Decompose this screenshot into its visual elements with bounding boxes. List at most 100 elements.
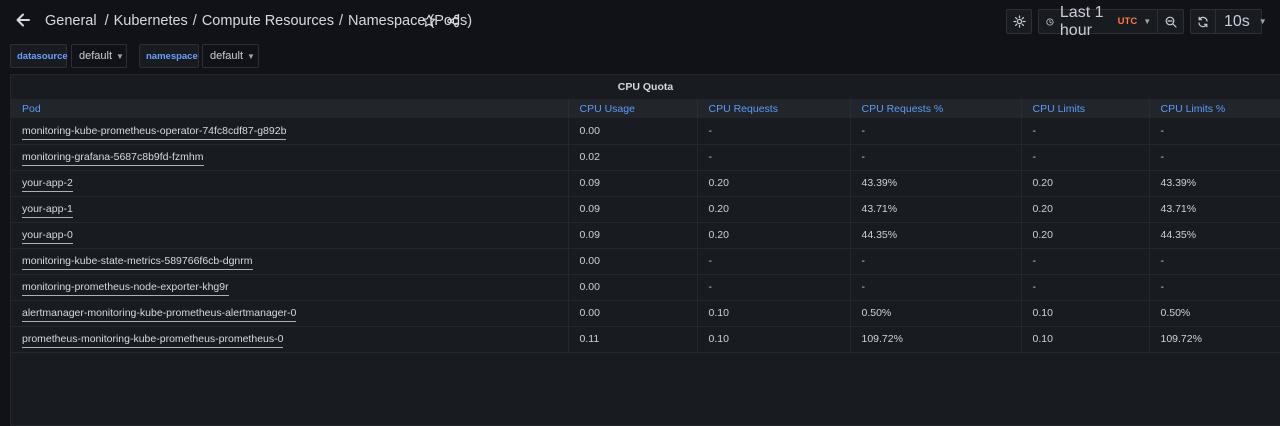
cell-pod[interactable]: your-app-1 (11, 196, 569, 223)
breadcrumb-separator: / (104, 13, 109, 29)
variable-value-datasource: default (79, 50, 113, 62)
cell-cpu-usage: 0.00 (568, 248, 698, 275)
timezone-label: UTC (1117, 16, 1138, 27)
breadcrumb: General / Kubernetes / Compute Resources… (45, 13, 472, 29)
cell-pod[interactable]: monitoring-prometheus-node-exporter-khg9… (11, 274, 569, 301)
cell-cpu-requests: - (697, 248, 851, 275)
cell-cpu-requests-percent: - (850, 118, 1022, 145)
breadcrumb-folder[interactable]: General (45, 13, 97, 29)
variable-label-datasource: datasource (10, 44, 68, 68)
variable-value-namespace: default (210, 50, 244, 62)
refresh-icon (1198, 16, 1208, 27)
cell-cpu-usage: 0.00 (568, 118, 698, 145)
cell-pod[interactable]: monitoring-kube-prometheus-operator-74fc… (11, 118, 569, 145)
zoom-out-button[interactable] (1157, 10, 1183, 33)
table-row: prometheus-monitoring-kube-prometheus-pr… (11, 326, 1280, 353)
chevron-down-icon: ▼ (1258, 17, 1267, 26)
pod-link[interactable]: prometheus-monitoring-kube-prometheus-pr… (22, 333, 284, 348)
table-row: monitoring-grafana-5687c8b9fd-fzmhm 0.02-… (11, 144, 1280, 171)
refresh-button[interactable] (1191, 10, 1215, 33)
star-icon (422, 14, 436, 27)
cell-cpu-requests: 0.20 (697, 222, 851, 249)
cell-cpu-requests-percent: 109.72% (850, 326, 1022, 353)
cell-cpu-requests: - (697, 274, 851, 301)
column-header-cpu-requests-percent[interactable]: CPU Requests % (850, 99, 1022, 118)
cell-cpu-requests-percent: 0.50% (850, 300, 1022, 327)
cell-cpu-limits-percent: 43.71% (1149, 196, 1280, 223)
time-range-picker[interactable]: Last 1 hour UTC ▼ (1039, 4, 1157, 39)
cell-cpu-limits-percent: 44.35% (1149, 222, 1280, 249)
cell-cpu-requests: - (697, 118, 851, 145)
cell-cpu-limits: - (1021, 274, 1150, 301)
share-button[interactable] (445, 13, 461, 29)
cell-pod[interactable]: your-app-0 (11, 222, 569, 249)
column-header-pod[interactable]: Pod (11, 99, 569, 118)
table-header-row: Pod CPU Usage CPU Requests CPU Requests % CP… (11, 99, 1280, 118)
cell-cpu-limits: 0.20 (1021, 196, 1150, 223)
pod-link[interactable]: your-app-2 (22, 177, 73, 192)
pod-link[interactable]: monitoring-kube-prometheus-operator-74fc… (22, 124, 287, 140)
cell-cpu-requests-percent: - (850, 144, 1022, 171)
cell-cpu-usage: 0.11 (568, 326, 698, 353)
column-header-cpu-requests[interactable]: CPU Requests (697, 99, 851, 118)
cell-cpu-limits: - (1021, 248, 1150, 275)
cpu-quota-table: Pod CPU Usage CPU Requests CPU Requests % CP… (11, 99, 1280, 353)
time-picker-group: Last 1 hour UTC ▼ (1038, 4, 1184, 39)
chevron-down-icon: ▼ (247, 51, 255, 61)
column-header-cpu-limits[interactable]: CPU Limits (1021, 99, 1150, 118)
table-body: monitoring-kube-prometheus-operator-74fc… (11, 118, 1280, 353)
pod-link[interactable]: monitoring-grafana-5687c8b9fd-fzmhm (22, 151, 204, 166)
table-row: your-app-2 0.09 0.20 43.39% 0.20 43.39% (11, 170, 1280, 197)
cell-cpu-usage: 0.00 (568, 274, 698, 301)
cell-pod[interactable]: prometheus-monitoring-kube-prometheus-pr… (11, 326, 569, 353)
column-header-cpu-limits-percent[interactable]: CPU Limits % (1149, 99, 1280, 118)
table-row: your-app-1 0.09 0.20 43.71% 0.20 43.71% (11, 196, 1280, 223)
cell-cpu-limits-percent: 43.39% (1149, 170, 1280, 197)
cell-pod[interactable]: alertmanager-monitoring-kube-prometheus-… (11, 300, 569, 327)
cell-cpu-requests-percent: - (850, 248, 1022, 275)
table-row: your-app-0 0.09 0.20 44.35% 0.20 44.35% (11, 222, 1280, 249)
cell-cpu-requests-percent: 44.35% (850, 222, 1022, 249)
pod-link[interactable]: alertmanager-monitoring-kube-prometheus-… (22, 307, 297, 322)
pod-link[interactable]: monitoring-prometheus-node-exporter-khg9… (22, 281, 229, 296)
star-button[interactable] (421, 13, 437, 29)
cell-cpu-limits: 0.10 (1021, 300, 1150, 327)
cell-cpu-limits-percent: 109.72% (1149, 326, 1280, 353)
cpu-quota-panel: CPU Quota Pod CPU Usage CPU Requests CPU Re… (10, 74, 1280, 426)
arrow-left-icon (16, 13, 30, 27)
time-range-label: Last 1 hour (1059, 3, 1104, 39)
dashboard-settings-button[interactable] (1006, 9, 1032, 34)
breadcrumb-separator: / (192, 13, 197, 29)
clock-icon (1046, 17, 1054, 26)
cell-cpu-limits: - (1021, 144, 1150, 171)
cell-pod[interactable]: your-app-2 (11, 170, 569, 197)
panel-title[interactable]: CPU Quota (11, 75, 1280, 99)
variable-label-namespace: namespace (139, 44, 199, 68)
column-header-cpu-usage[interactable]: CPU Usage (568, 99, 698, 118)
cell-pod[interactable]: monitoring-grafana-5687c8b9fd-fzmhm (11, 144, 569, 171)
breadcrumb-kubernetes: Kubernetes (113, 13, 188, 29)
share-icon (447, 14, 459, 28)
cell-cpu-usage: 0.00 (568, 300, 698, 327)
refresh-interval-picker[interactable]: 10s ▼ (1215, 10, 1267, 33)
pod-link[interactable]: monitoring-kube-state-metrics-589766f6cb… (22, 255, 253, 270)
pod-link[interactable]: your-app-1 (22, 203, 73, 218)
pod-link[interactable]: your-app-0 (22, 229, 73, 244)
cell-cpu-requests-percent: 43.39% (850, 170, 1022, 197)
cell-cpu-requests: 0.20 (697, 196, 851, 223)
cell-cpu-requests-percent: - (850, 274, 1022, 301)
cell-cpu-limits-percent: - (1149, 118, 1280, 145)
cell-cpu-limits-percent: - (1149, 274, 1280, 301)
cell-pod[interactable]: monitoring-kube-state-metrics-589766f6cb… (11, 248, 569, 275)
cell-cpu-limits: 0.20 (1021, 222, 1150, 249)
variable-select-datasource[interactable]: default ▼ (71, 44, 127, 68)
breadcrumb-compute-resources: Compute Resources (201, 13, 334, 29)
cell-cpu-requests: 0.10 (697, 326, 851, 353)
back-button[interactable] (12, 9, 34, 31)
table-row: monitoring-kube-prometheus-operator-74fc… (11, 118, 1280, 145)
gear-icon (1012, 15, 1026, 28)
cell-cpu-usage: 0.09 (568, 222, 698, 249)
refresh-group: 10s ▼ (1190, 9, 1267, 34)
variable-select-namespace[interactable]: default ▼ (202, 44, 259, 68)
cell-cpu-requests: - (697, 144, 851, 171)
